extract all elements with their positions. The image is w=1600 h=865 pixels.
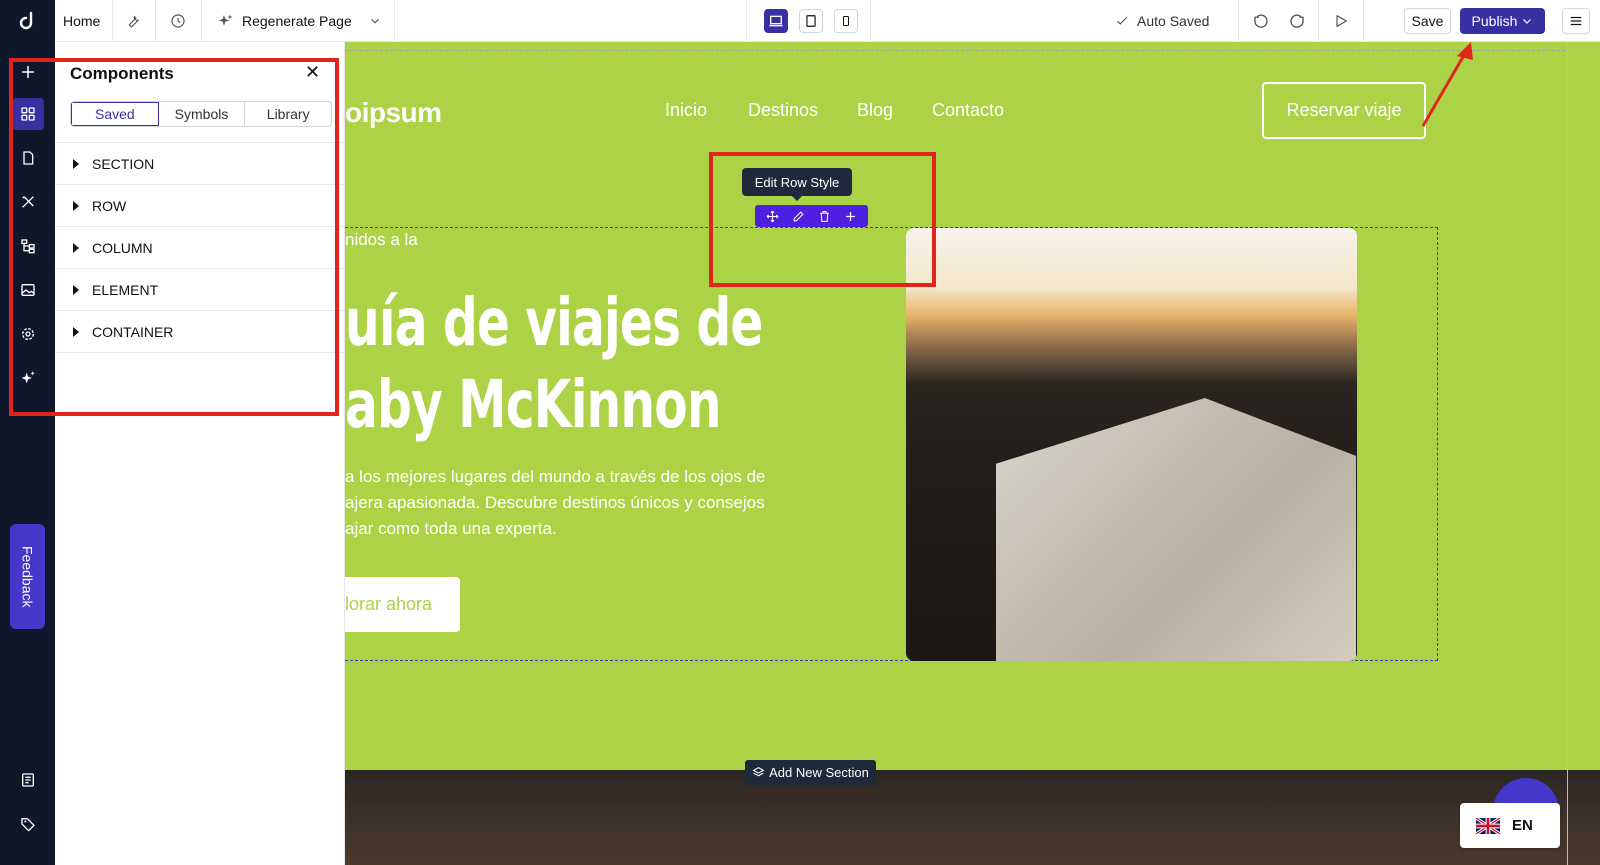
map-illustration: [996, 398, 1356, 661]
desktop-view-button[interactable]: [764, 9, 788, 33]
divider: [1318, 0, 1319, 42]
description-line: ajar como toda una experta.: [345, 519, 557, 538]
description-line: a los mejores lugares del mundo a través…: [345, 467, 766, 486]
app-logo[interactable]: [0, 0, 55, 42]
divider: [1238, 0, 1239, 42]
feedback-label: Feedback: [19, 545, 36, 608]
tag-icon[interactable]: [12, 808, 44, 840]
auto-saved-status: Auto Saved: [1115, 0, 1209, 42]
divider: [870, 0, 871, 42]
hamburger-menu-button[interactable]: [1562, 8, 1590, 34]
redo-icon[interactable]: [1288, 0, 1306, 42]
add-new-section-button[interactable]: Add New Section: [745, 760, 876, 785]
annotation-box-components: [9, 58, 339, 416]
preview-play-icon[interactable]: [1333, 0, 1349, 42]
wrench-icon[interactable]: [124, 0, 142, 42]
divider: [746, 0, 747, 42]
description-line: ajera apasionada. Descubre destinos únic…: [345, 493, 765, 512]
divider: [201, 0, 202, 42]
layers-add-icon: [752, 767, 765, 777]
chevron-down-icon: [1523, 19, 1532, 24]
publish-button[interactable]: Publish: [1460, 8, 1545, 34]
annotation-box-row-toolbar: [709, 152, 936, 287]
reserve-trip-button[interactable]: Reservar viaje: [1262, 82, 1426, 139]
canvas-scrollbar[interactable]: [1567, 42, 1568, 865]
page-canvas[interactable]: oipsum Inicio Destinos Blog Contacto Res…: [345, 42, 1600, 865]
divider: [155, 0, 156, 42]
nav-link-contacto[interactable]: Contacto: [932, 100, 1004, 121]
uk-flag-icon: [1476, 817, 1500, 834]
tablet-view-button[interactable]: [799, 9, 823, 33]
regenerate-label: Regenerate Page: [242, 13, 352, 29]
mobile-icon: [843, 16, 849, 26]
feedback-tab[interactable]: Feedback: [10, 524, 45, 629]
publish-label: Publish: [1471, 13, 1518, 29]
hero-description[interactable]: a los mejores lugares del mundo a través…: [345, 464, 805, 542]
next-section-preview: [345, 770, 1600, 865]
menu-icon: [1570, 16, 1582, 26]
headline-line-2: aby McKinnon: [345, 366, 722, 443]
headline-line-1: uía de viajes de: [345, 284, 763, 361]
save-button[interactable]: Save: [1404, 8, 1451, 34]
divider: [112, 0, 113, 42]
language-switcher[interactable]: EN: [1460, 803, 1560, 848]
hero-travel-photo[interactable]: [906, 228, 1357, 661]
add-section-label: Add New Section: [769, 765, 869, 780]
divider: [1363, 0, 1364, 42]
auto-saved-label: Auto Saved: [1137, 13, 1210, 29]
language-code: EN: [1512, 817, 1533, 834]
hero-headline[interactable]: uía de viajes de aby McKinnon: [345, 282, 763, 446]
undo-icon[interactable]: [1252, 0, 1270, 42]
nav-link-destinos[interactable]: Destinos: [748, 100, 818, 121]
page-selector-home[interactable]: Home: [63, 0, 100, 42]
welcome-text[interactable]: nidos a la: [345, 230, 418, 250]
explore-now-button[interactable]: lorar ahora: [345, 577, 460, 632]
tablet-icon: [806, 15, 816, 27]
mobile-view-button[interactable]: [834, 9, 858, 33]
top-bar: Home Regenerate Page Auto Saved Save Pub…: [0, 0, 1600, 42]
nav-link-inicio[interactable]: Inicio: [665, 100, 707, 121]
notes-list-icon[interactable]: [12, 764, 44, 796]
annotation-arrow-icon: [1421, 42, 1473, 127]
site-brand-logo[interactable]: oipsum: [345, 97, 442, 129]
history-icon[interactable]: [169, 0, 187, 42]
check-icon: [1116, 17, 1128, 25]
canvas-top-guide: [345, 50, 1565, 51]
divider: [394, 0, 395, 42]
sparkle-icon: [218, 14, 233, 26]
chevron-down-icon: [370, 18, 379, 24]
laptop-icon: [769, 15, 783, 27]
logo-icon: [19, 11, 32, 30]
regenerate-page-button[interactable]: Regenerate Page: [218, 0, 382, 42]
nav-link-blog[interactable]: Blog: [857, 100, 893, 121]
